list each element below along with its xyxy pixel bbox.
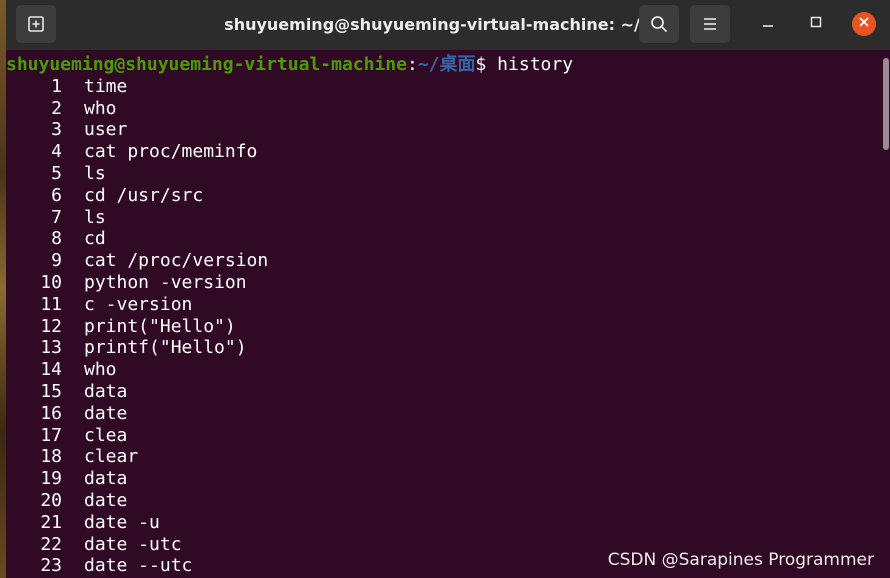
history-command: time — [84, 75, 128, 97]
maximize-button[interactable] — [804, 12, 828, 36]
new-tab-icon — [27, 15, 45, 33]
history-row: 6 cd /usr/src — [6, 185, 880, 207]
history-row: 11 c -version — [6, 294, 880, 316]
menu-button[interactable] — [690, 5, 730, 43]
history-row: 3 user — [6, 119, 880, 141]
terminal-scrollbar[interactable] — [882, 56, 890, 578]
history-row: 7 ls — [6, 207, 880, 229]
history-command: date -u — [84, 511, 160, 533]
history-number: 23 — [40, 555, 62, 577]
history-row: 14 who — [6, 359, 880, 381]
history-number: 15 — [40, 380, 62, 402]
history-number: 10 — [40, 271, 62, 293]
history-number: 2 — [51, 97, 62, 119]
history-row: 18 clear — [6, 446, 880, 468]
history-command: printf("Hello") — [84, 337, 247, 359]
history-number: 20 — [40, 489, 62, 511]
history-command: clea — [84, 424, 128, 446]
history-row: 12 print("Hello") — [6, 316, 880, 338]
history-command: clear — [84, 446, 139, 468]
close-icon — [858, 15, 870, 33]
history-command: ls — [84, 162, 106, 184]
history-row: 8 cd — [6, 228, 880, 250]
minimize-icon — [762, 15, 774, 33]
history-row: 16 date — [6, 403, 880, 425]
history-list: 1 time 2 who 3 user 4 cat proc/meminfo 5 ls 6 cd /u… — [6, 76, 880, 577]
history-number: 21 — [40, 511, 62, 533]
scrollbar-thumb[interactable] — [883, 58, 889, 150]
history-command: cd /usr/src — [84, 184, 204, 206]
history-row: 13 printf("Hello") — [6, 337, 880, 359]
prompt-line: shuyueming@shuyueming-virtual-machine:~/… — [6, 54, 880, 76]
history-command: user — [84, 119, 128, 141]
prompt-sign: $ — [475, 54, 487, 75]
minimize-button[interactable] — [756, 12, 780, 36]
prompt-path: ~/桌面 — [417, 54, 476, 75]
history-number: 1 — [51, 75, 62, 97]
terminal-window: shuyueming@shuyueming-virtual-machine: ~… — [6, 0, 890, 578]
history-number: 12 — [40, 315, 62, 337]
prompt-command: history — [486, 54, 574, 75]
history-number: 8 — [51, 228, 62, 250]
history-command: date — [84, 489, 128, 511]
history-command: data — [84, 380, 128, 402]
prompt-colon: : — [406, 54, 418, 75]
history-command: who — [84, 359, 117, 381]
history-number: 14 — [40, 359, 62, 381]
history-number: 18 — [40, 446, 62, 468]
history-number: 13 — [40, 337, 62, 359]
history-command: data — [84, 468, 128, 490]
new-tab-button[interactable] — [16, 5, 56, 43]
history-number: 5 — [51, 162, 62, 184]
history-row: 20 date — [6, 490, 880, 512]
search-button[interactable] — [639, 5, 679, 43]
history-row: 2 who — [6, 98, 880, 120]
history-command: ls — [84, 206, 106, 228]
history-command: c -version — [84, 293, 193, 315]
history-command: who — [84, 97, 117, 119]
close-button[interactable] — [852, 12, 876, 36]
history-row: 21 date -u — [6, 512, 880, 534]
history-row: 10 python -version — [6, 272, 880, 294]
watermark-text: CSDN @Sarapines Programmer — [607, 550, 874, 570]
history-number: 11 — [40, 293, 62, 315]
history-command: date --utc — [84, 555, 193, 577]
history-command: date — [84, 402, 128, 424]
title-bar: shuyueming@shuyueming-virtual-machine: ~… — [6, 0, 890, 50]
history-number: 22 — [40, 533, 62, 555]
history-command: cd — [84, 228, 106, 250]
prompt-user-host: shuyueming@shuyueming-virtual-machine — [6, 54, 407, 75]
hamburger-menu-icon — [702, 17, 718, 31]
history-row: 4 cat proc/meminfo — [6, 141, 880, 163]
history-number: 3 — [51, 119, 62, 141]
history-number: 7 — [51, 206, 62, 228]
history-number: 16 — [40, 402, 62, 424]
maximize-icon — [810, 15, 822, 33]
history-number: 17 — [40, 424, 62, 446]
history-number: 9 — [51, 250, 62, 272]
history-row: 15 data — [6, 381, 880, 403]
history-command: date -utc — [84, 533, 182, 555]
history-number: 4 — [51, 141, 62, 163]
history-command: cat /proc/version — [84, 250, 269, 272]
history-number: 6 — [51, 184, 62, 206]
history-command: cat proc/meminfo — [84, 141, 258, 163]
history-command: python -version — [84, 271, 247, 293]
search-icon — [650, 15, 668, 33]
history-row: 19 data — [6, 468, 880, 490]
history-row: 9 cat /proc/version — [6, 250, 880, 272]
history-row: 17 clea — [6, 425, 880, 447]
terminal-output[interactable]: shuyueming@shuyueming-virtual-machine:~/… — [6, 50, 880, 578]
history-row: 1 time — [6, 76, 880, 98]
history-command: print("Hello") — [84, 315, 236, 337]
history-row: 5 ls — [6, 163, 880, 185]
history-number: 19 — [40, 468, 62, 490]
